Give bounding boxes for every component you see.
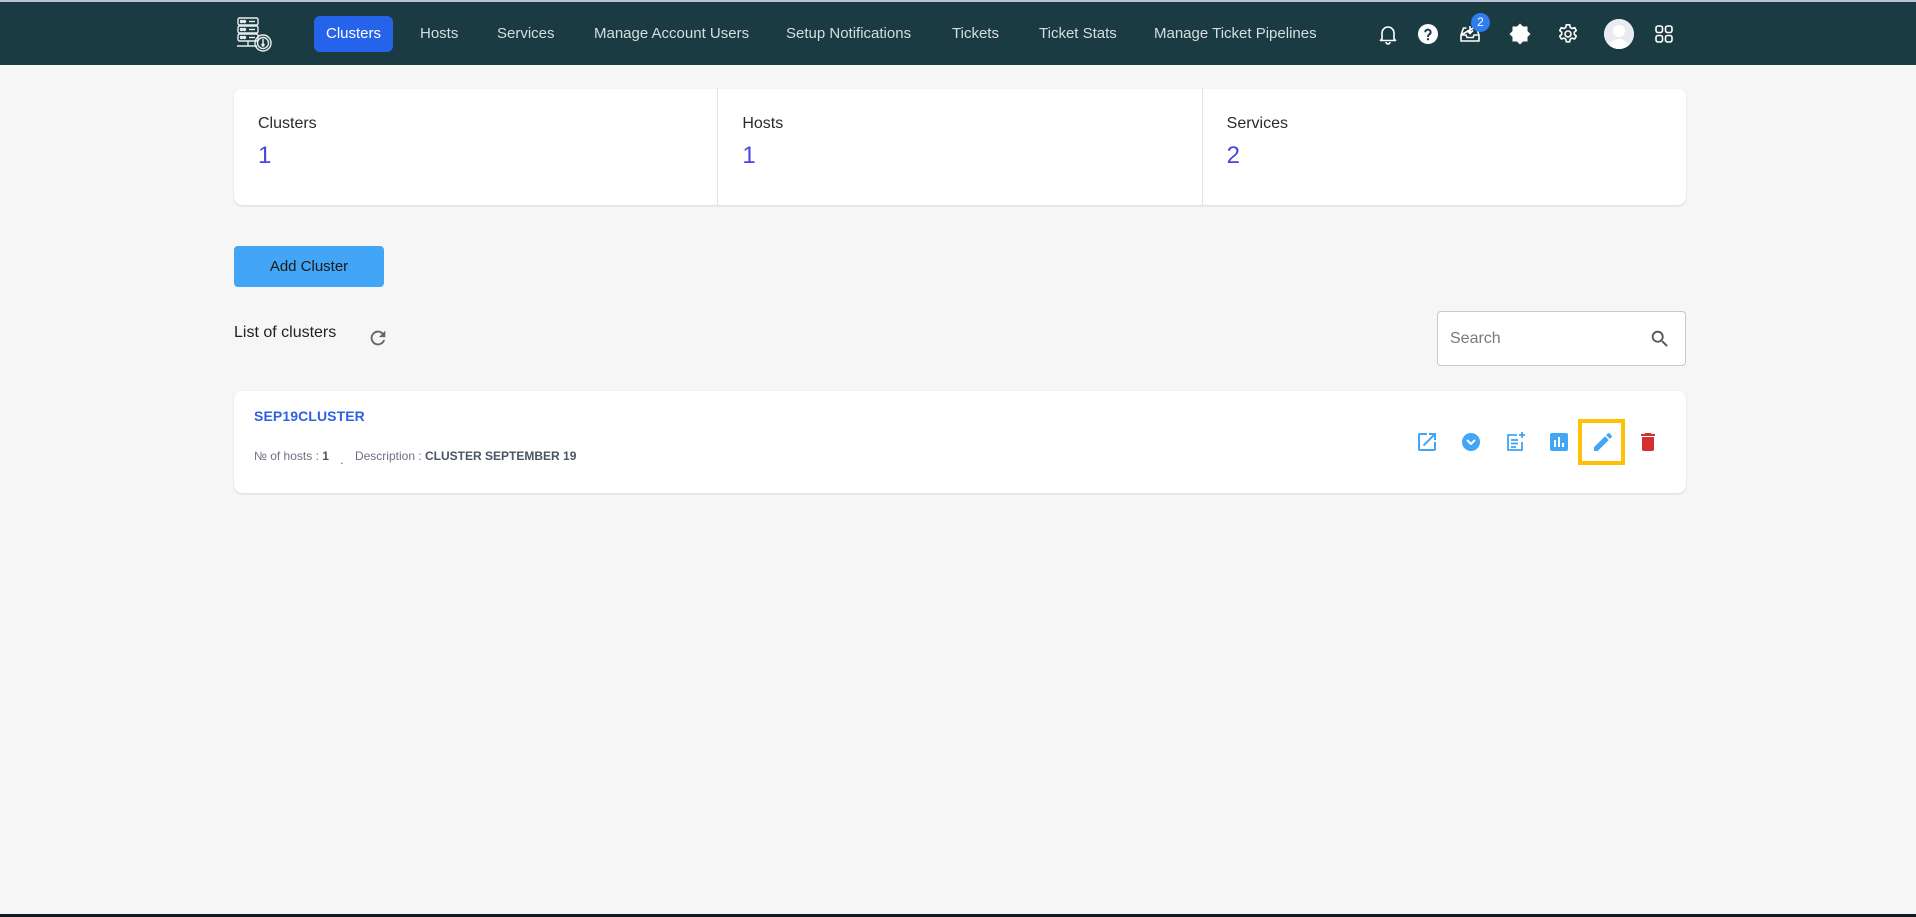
cluster-list-item: SEP19CLUSTER № of hosts : 1 . Descriptio… <box>234 391 1686 493</box>
meta-separator: . <box>340 453 344 467</box>
add-cluster-button[interactable]: Add Cluster <box>234 246 384 287</box>
stat-value: 2 <box>1226 142 1241 169</box>
avatar[interactable] <box>1604 19 1634 49</box>
stat-label: Clusters <box>258 115 317 132</box>
delete-icon[interactable] <box>1636 430 1660 454</box>
refresh-icon[interactable] <box>367 327 389 349</box>
description-label: Description : <box>354 449 422 463</box>
search-icon[interactable] <box>1649 328 1671 350</box>
nav-hosts[interactable]: Hosts <box>408 16 470 52</box>
nav-manage-account-users[interactable]: Manage Account Users <box>582 16 761 52</box>
description-value: CLUSTER SEPTEMBER 19 <box>425 449 577 463</box>
add-note-icon[interactable] <box>1503 430 1527 454</box>
cluster-meta: № of hosts : 1 . Description : CLUSTER S… <box>254 449 577 467</box>
nav-services[interactable]: Services <box>485 16 567 52</box>
stats-chart-icon[interactable] <box>1547 430 1571 454</box>
cluster-name-link[interactable]: SEP19CLUSTER <box>254 408 365 424</box>
search-box <box>1437 311 1686 366</box>
open-external-icon[interactable] <box>1415 430 1439 454</box>
inbox-badge: 2 <box>1471 13 1490 32</box>
stat-value: 1 <box>742 142 756 169</box>
theme-toggle-icon[interactable] <box>1508 22 1532 46</box>
stat-clusters: Clusters 1 <box>234 89 719 205</box>
nav-tickets[interactable]: Tickets <box>940 16 1011 52</box>
stat-value: 1 <box>258 142 272 169</box>
stat-services: Services 2 <box>1203 89 1686 205</box>
stat-label: Services <box>1226 115 1289 132</box>
summary-stats-card: Clusters 1 Hosts 1 Services 2 <box>234 89 1686 205</box>
bell-icon[interactable] <box>1376 22 1400 46</box>
expand-icon[interactable] <box>1459 430 1483 454</box>
nav-manage-ticket-pipelines[interactable]: Manage Ticket Pipelines <box>1142 16 1329 52</box>
search-input[interactable] <box>1450 312 1640 365</box>
hosts-value: 1 <box>322 449 329 463</box>
nav-ticket-stats[interactable]: Ticket Stats <box>1027 16 1129 52</box>
stat-hosts: Hosts 1 <box>718 89 1203 205</box>
stat-label: Hosts <box>742 115 784 132</box>
help-icon[interactable] <box>1416 22 1440 46</box>
hosts-label: № of hosts : <box>254 449 319 463</box>
apps-grid-icon[interactable] <box>1652 22 1676 46</box>
settings-icon[interactable] <box>1556 22 1580 46</box>
top-navbar: Clusters Hosts Services Manage Account U… <box>0 2 1916 65</box>
app-logo-icon[interactable] <box>235 15 273 53</box>
nav-clusters[interactable]: Clusters <box>314 16 394 52</box>
edit-icon[interactable] <box>1591 430 1615 454</box>
nav-setup-notifications[interactable]: Setup Notifications <box>774 16 923 52</box>
list-title: List of clusters <box>234 324 337 341</box>
